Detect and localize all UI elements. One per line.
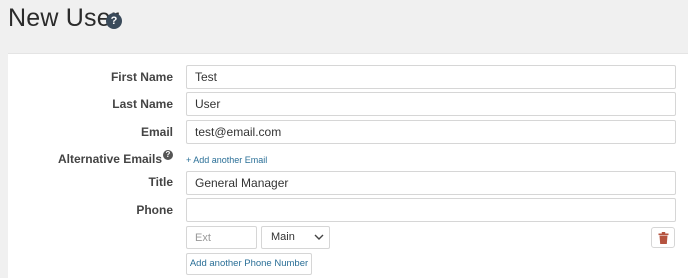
first-name-input[interactable] <box>186 65 676 89</box>
trash-icon <box>658 232 669 244</box>
phone-type-selected: Main <box>271 231 295 243</box>
last-name-label: Last Name <box>112 97 173 111</box>
phone-input[interactable] <box>186 198 676 222</box>
user-form: First Name Last Name Email Alternative E… <box>8 53 688 278</box>
add-email-link[interactable]: + Add another Email <box>186 155 267 165</box>
page-header: New User ? <box>0 0 688 52</box>
add-phone-number-button[interactable]: Add another Phone Number <box>186 253 312 275</box>
chevron-down-icon <box>314 234 324 240</box>
first-name-label: First Name <box>110 70 173 84</box>
page-title: New User <box>8 4 120 32</box>
help-icon[interactable]: ? <box>106 13 122 29</box>
title-label: Title <box>148 175 173 189</box>
phone-label: Phone <box>136 203 173 217</box>
phone-ext-input[interactable] <box>186 226 257 249</box>
alternative-emails-help-icon[interactable]: ? <box>163 150 173 160</box>
label-column: First Name Last Name Email Alternative E… <box>8 54 173 278</box>
phone-type-select[interactable]: Main <box>261 226 330 249</box>
alternative-emails-label-text: Alternative Emails <box>57 152 162 166</box>
last-name-input[interactable] <box>186 92 676 116</box>
title-input[interactable] <box>186 171 676 195</box>
alternative-emails-label: Alternative Emails? <box>3 150 173 166</box>
email-input[interactable] <box>186 120 676 144</box>
delete-phone-button[interactable] <box>651 227 675 248</box>
email-label: Email <box>140 125 173 139</box>
